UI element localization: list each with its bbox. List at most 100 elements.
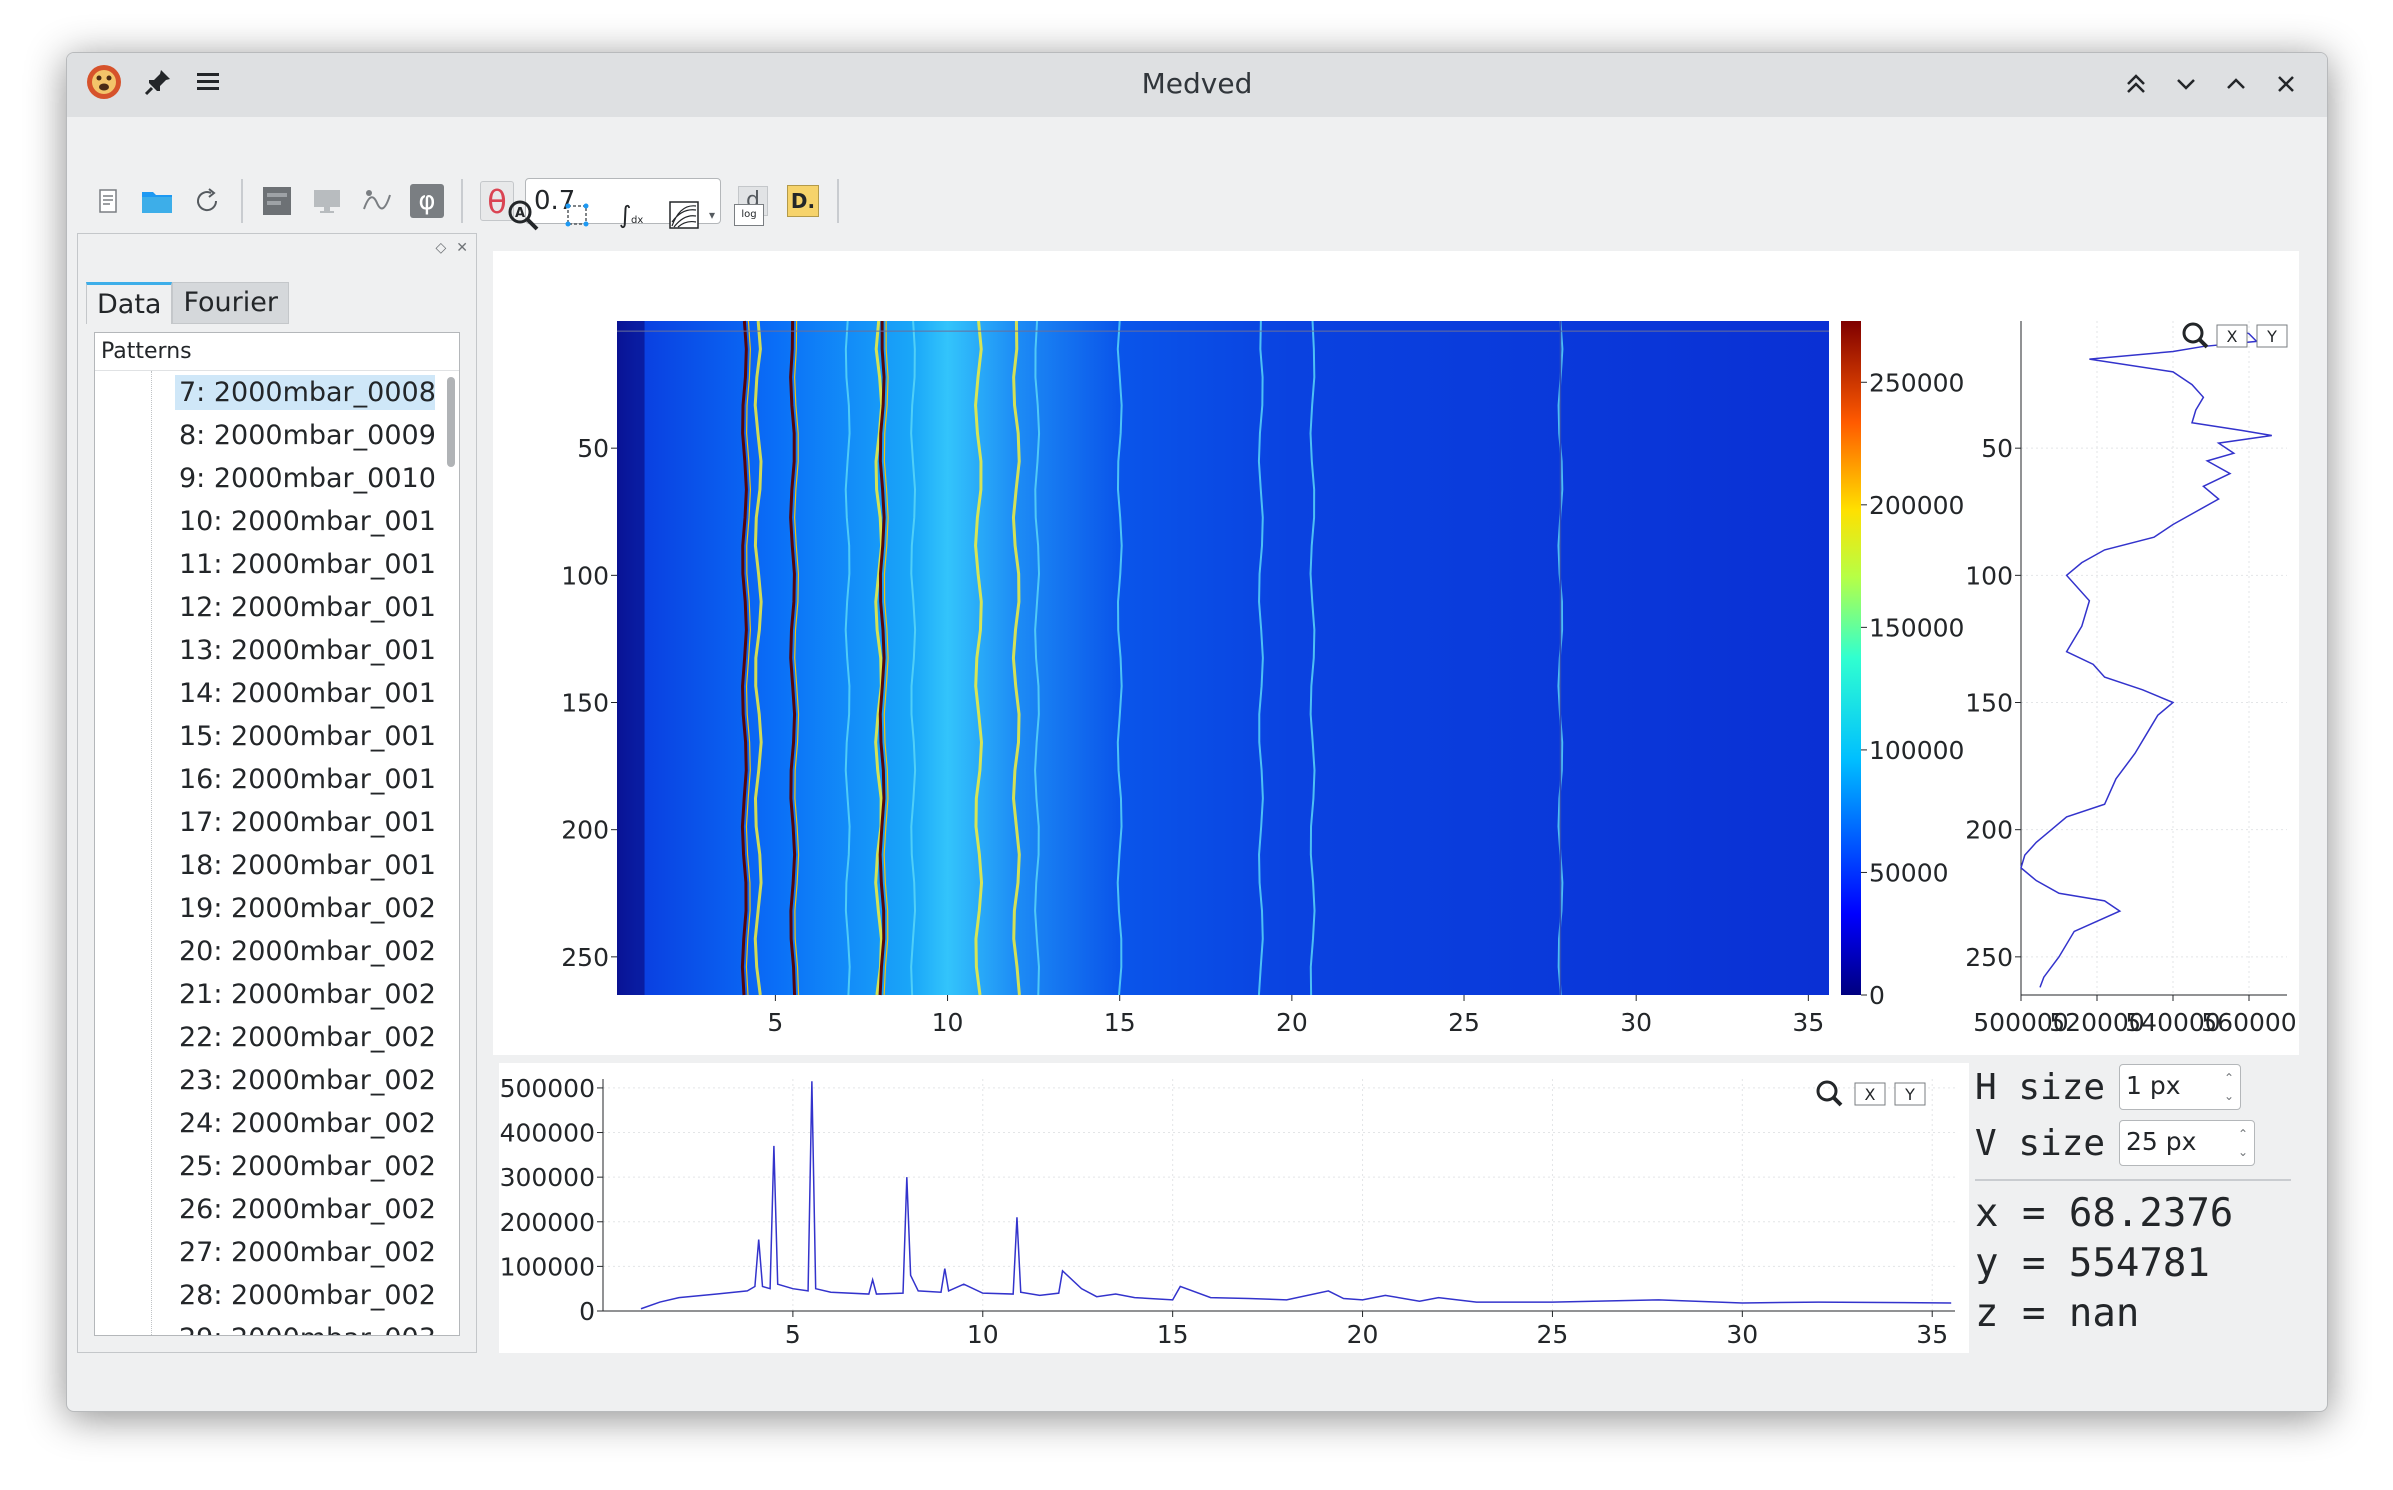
spin-arrows-icon[interactable]: ⌃ ⌄ [2224, 1069, 2234, 1105]
heatmap-background [617, 321, 1829, 995]
app-logo-icon[interactable] [85, 63, 123, 101]
vertical-profile-chart[interactable]: 50100150200250500000520000540000560000X Y [1965, 251, 2299, 1055]
list-item[interactable]: 24: 2000mbar_002... [95, 1102, 435, 1145]
data-dock-panel: ◇ ✕ Data Fourier Patterns 7: 2000mbar_00… [77, 233, 477, 1353]
list-item[interactable]: 29: 2000mbar_003... [95, 1317, 435, 1335]
colorbar-tick-label: 50000 [1869, 858, 1949, 887]
x-tick-label: 20 [1347, 1320, 1379, 1349]
horizontal-profile-chart[interactable]: 5 10 15 20 25 30 35 0 100000 200000 300000 400000 50… [499, 1063, 1969, 1353]
background-icon[interactable] [355, 179, 399, 223]
list-item[interactable]: 8: 2000mbar_0009... [95, 414, 435, 457]
list-item[interactable]: 25: 2000mbar_002... [95, 1145, 435, 1188]
y-tick-label: 150 [561, 689, 609, 718]
spin-arrows-icon[interactable]: ⌃ ⌄ [2238, 1125, 2248, 1161]
x-tick-label: 15 [1104, 1008, 1136, 1037]
y-tick-label: 200000 [500, 1208, 595, 1237]
close-icon[interactable] [2271, 67, 2301, 101]
list-item-label: 12: 2000mbar_001... [179, 592, 435, 623]
svg-text:∫: ∫ [619, 201, 632, 229]
colormap-icon[interactable] [665, 195, 705, 235]
list-item-label: 19: 2000mbar_002... [179, 893, 435, 924]
list-item[interactable]: 10: 2000mbar_001... [95, 500, 435, 543]
d-big-button[interactable]: D. [781, 179, 825, 223]
y-tick-label: 500000 [500, 1074, 595, 1103]
list-item-label: 29: 2000mbar_003... [175, 1321, 435, 1335]
list-item[interactable]: 15: 2000mbar_001... [95, 715, 435, 758]
tab-fourier[interactable]: Fourier [172, 282, 289, 324]
keep-above-icon[interactable] [2121, 67, 2151, 101]
integral-icon[interactable]: ∫ dx [611, 195, 651, 235]
list-item[interactable]: 23: 2000mbar_002... [95, 1059, 435, 1102]
v-size-spinbox[interactable]: 25 px ⌃ ⌄ [2119, 1120, 2255, 1166]
y-tick-label: 150 [1965, 689, 2013, 718]
list-item[interactable]: 19: 2000mbar_002... [95, 887, 435, 930]
y-tick-label: 100 [561, 561, 609, 590]
phi-button[interactable]: φ [405, 179, 449, 223]
h-size-spinbox[interactable]: 1 px ⌃ ⌄ [2119, 1064, 2241, 1110]
list-item-label: 18: 2000mbar_001... [179, 850, 435, 881]
list-item[interactable]: 18: 2000mbar_001... [95, 844, 435, 887]
colormap-dropdown-chevron-icon[interactable]: ▾ [709, 208, 715, 222]
list-item[interactable]: 14: 2000mbar_001... [95, 672, 435, 715]
x-tick-label: 35 [1792, 1008, 1824, 1037]
colorbar-tick-label: 250000 [1869, 368, 1964, 397]
plot-toolbar: A ∫ dx ▾ log [503, 195, 769, 235]
y-tick-label: 200 [1965, 816, 2013, 845]
zoom-handle [1831, 1095, 1843, 1107]
raw-data-icon[interactable] [255, 179, 299, 223]
list-item[interactable]: 28: 2000mbar_002... [95, 1274, 435, 1317]
minimize-icon[interactable] [2171, 67, 2201, 101]
list-item[interactable]: 11: 2000mbar_001... [95, 543, 435, 586]
logx-label: X [1865, 1085, 1876, 1104]
list-item[interactable]: 21: 2000mbar_002... [95, 973, 435, 1016]
list-item-label: 11: 2000mbar_001... [179, 549, 435, 580]
reload-icon[interactable] [185, 179, 229, 223]
vertical-profile-plot-area[interactable]: 50 100 150 200 250 500000 520000 540000 560000 X Y [1965, 251, 2299, 1055]
list-item[interactable]: 9: 2000mbar_0010... [95, 457, 435, 500]
open-folder-icon[interactable] [135, 179, 179, 223]
y-tick-label: 200 [561, 816, 609, 845]
list-item-label: 9: 2000mbar_0010... [179, 463, 435, 494]
maximize-icon[interactable] [2221, 67, 2251, 101]
horizontal-profile-plot-area[interactable]: 5 10 15 20 25 30 35 0 100000 200000 300000 400000 50… [499, 1063, 1969, 1353]
scrollbar-thumb[interactable] [447, 377, 455, 467]
list-item[interactable]: 20: 2000mbar_002... [95, 930, 435, 973]
close-dock-icon[interactable]: ✕ [456, 240, 468, 256]
list-item-label: 10: 2000mbar_001... [179, 506, 435, 537]
profile-zoom-icon [1816, 1080, 1843, 1107]
float-dock-icon[interactable]: ◇ [435, 240, 446, 256]
menu-icon[interactable] [193, 67, 223, 97]
list-item-label: 25: 2000mbar_002... [179, 1151, 435, 1182]
list-item[interactable]: 22: 2000mbar_002... [95, 1016, 435, 1059]
h-size-value: 1 px [2126, 1071, 2181, 1100]
list-item[interactable]: 16: 2000mbar_001... [95, 758, 435, 801]
zoom-handle [2197, 337, 2209, 349]
x-readout: x = 68.2376 [1975, 1191, 2234, 1236]
list-item[interactable]: 27: 2000mbar_002... [95, 1231, 435, 1274]
log-scale-button[interactable]: log [729, 195, 769, 235]
colorbar [1841, 321, 1861, 995]
list-item-label: 28: 2000mbar_002... [179, 1280, 435, 1311]
x-tick-label: 20 [1276, 1008, 1308, 1037]
monitor-icon[interactable] [305, 179, 349, 223]
y-tick-label: 50 [577, 434, 609, 463]
tree-scrollbar[interactable] [445, 373, 455, 1333]
x-tick-label: 560000 [2201, 1008, 2296, 1037]
x-tick-label: 5 [767, 1008, 783, 1037]
list-item[interactable]: 17: 2000mbar_001... [95, 801, 435, 844]
heatmap-plot-area[interactable]: 5 10 15 20 25 30 35 50 100 150 200 250 0 50000 100000 1… [493, 251, 1965, 1055]
list-item[interactable]: 7: 2000mbar_0008... [95, 371, 435, 414]
list-item[interactable]: 26: 2000mbar_002... [95, 1188, 435, 1231]
x-tick-label: 10 [967, 1320, 999, 1349]
logx-label: X [2227, 327, 2238, 346]
select-region-icon[interactable] [557, 195, 597, 235]
new-file-icon[interactable] [85, 179, 129, 223]
list-item[interactable]: 13: 2000mbar_001... [95, 629, 435, 672]
patterns-tree[interactable]: Patterns 7: 2000mbar_0008... 8: 2000mbar_… [94, 332, 460, 1336]
heatmap-chart[interactable]: 5 10 15 20 25 30 35 50 100 150 200 250 0 50000 100000 1… [493, 251, 1965, 1055]
list-item[interactable]: 12: 2000mbar_001... [95, 586, 435, 629]
x-tick-label: 25 [1448, 1008, 1480, 1037]
zoom-icon[interactable]: A [503, 195, 543, 235]
pin-icon[interactable] [143, 67, 173, 97]
tab-data[interactable]: Data [86, 282, 173, 324]
